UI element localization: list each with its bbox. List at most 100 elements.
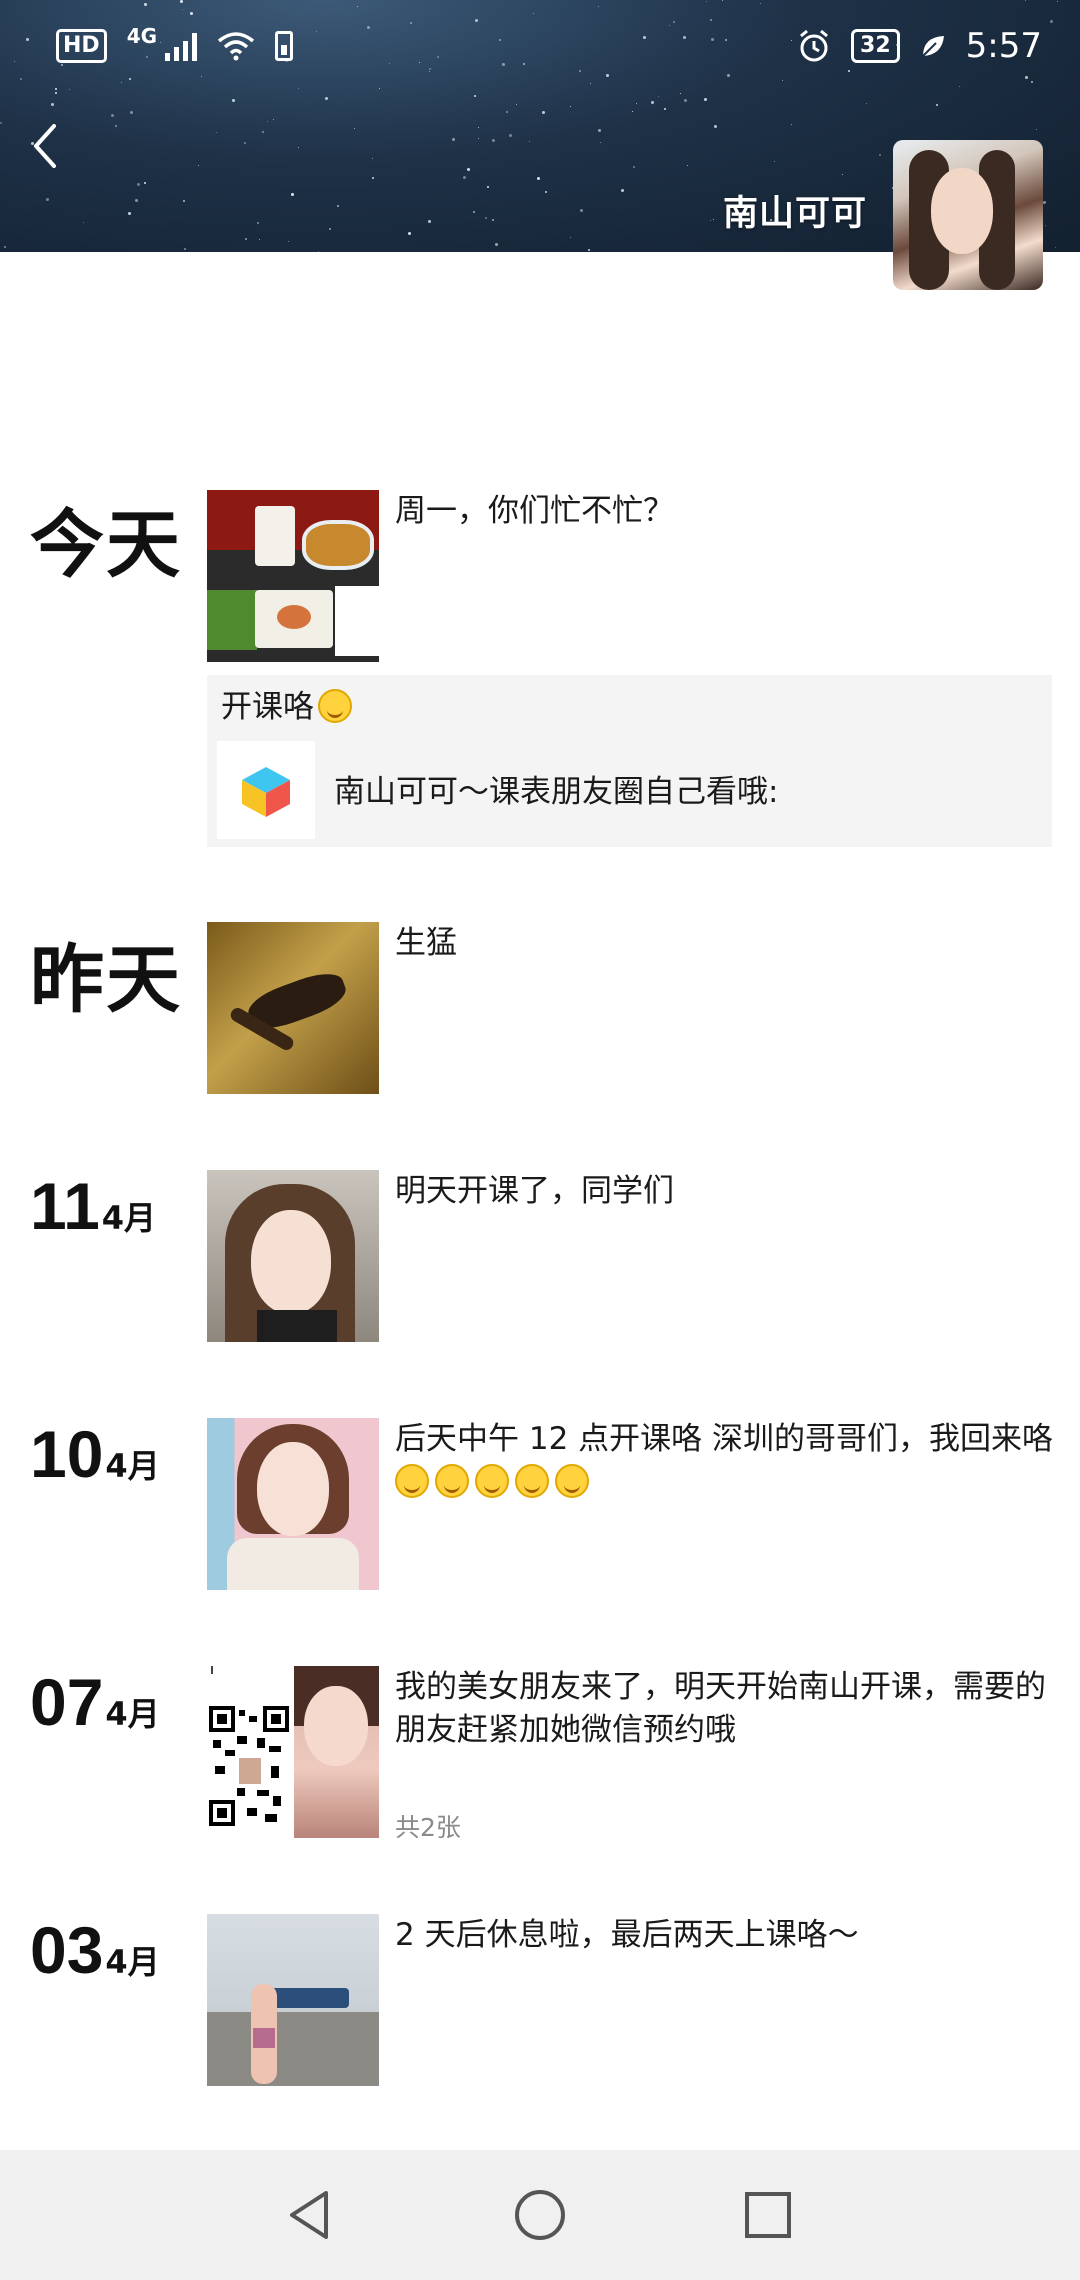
star (710, 220, 711, 221)
star (936, 104, 938, 106)
star (632, 111, 633, 112)
post-text: 后天中午 12 点开课咯 深圳的哥哥们，我回来咯 (395, 1418, 1055, 1504)
star (128, 212, 131, 215)
star (467, 168, 470, 171)
signal-icon (165, 31, 198, 61)
smile-emoji-icon (475, 1464, 509, 1498)
star (664, 108, 666, 110)
star (1036, 129, 1037, 130)
star (537, 177, 540, 180)
post-text: 生猛 (395, 925, 457, 961)
nav-back-icon[interactable] (280, 2185, 340, 2245)
star (354, 128, 355, 129)
star (372, 158, 373, 159)
star (452, 138, 455, 141)
star (509, 134, 512, 137)
star (372, 177, 374, 179)
nav-home-icon[interactable] (510, 2185, 570, 2245)
star (516, 104, 517, 105)
star (651, 101, 654, 104)
star (580, 209, 583, 212)
star (216, 132, 217, 133)
post-image-portrait-2[interactable] (207, 1418, 379, 1590)
star (245, 238, 247, 240)
star (506, 111, 508, 113)
star (130, 111, 133, 114)
star (600, 142, 601, 143)
nav-recents-icon[interactable] (738, 2185, 798, 2245)
star (774, 161, 775, 162)
star (570, 106, 571, 107)
post-image-beach[interactable] (207, 1914, 379, 2086)
smile-emoji-icon (395, 1464, 429, 1498)
star (244, 142, 246, 144)
star (485, 217, 487, 219)
post-image-portrait-3[interactable] (294, 1666, 379, 1838)
star (232, 99, 235, 102)
star (473, 211, 475, 213)
post-date: 104月 (30, 1417, 160, 1491)
wifi-icon (217, 32, 255, 61)
post-image-lobster[interactable] (207, 922, 379, 1094)
star (588, 249, 590, 251)
star (55, 92, 57, 94)
star (144, 182, 146, 184)
star (495, 243, 498, 246)
star (842, 174, 843, 175)
star (463, 176, 466, 179)
star (545, 191, 547, 193)
post-image-qrcode[interactable] (207, 1666, 292, 1838)
star (115, 125, 117, 127)
star (621, 189, 624, 192)
star (487, 186, 489, 188)
star (298, 147, 299, 148)
star (51, 103, 54, 106)
star (704, 98, 707, 101)
status-bar: HD 4G 32 5:57 (0, 0, 1080, 92)
star (291, 193, 294, 196)
share-thumb (217, 741, 315, 839)
star (879, 154, 881, 156)
star (428, 220, 431, 223)
star (791, 124, 792, 125)
qr-code-icon (209, 1666, 291, 1829)
star (183, 200, 185, 202)
share-subtitle: 南山可可～课表朋友圈自己看哦: (334, 774, 779, 810)
network-type: 4G (126, 24, 158, 48)
post-image-food[interactable] (207, 490, 379, 662)
star (1043, 201, 1046, 204)
star (318, 251, 319, 252)
back-button[interactable] (26, 118, 66, 174)
star (259, 239, 260, 240)
star (636, 103, 637, 104)
star (4, 246, 6, 248)
shared-link-card[interactable]: 开课咯 南山可可～课表朋友圈自己看哦: (207, 675, 1052, 847)
share-title: 开课咯 (221, 685, 358, 729)
star (262, 131, 264, 133)
profile-name: 南山可可 (722, 194, 867, 234)
smile-emoji-icon (435, 1464, 469, 1498)
star (713, 219, 714, 220)
alarm-icon (800, 29, 828, 62)
smile-emoji-icon (515, 1464, 549, 1498)
post-image-portrait[interactable] (207, 1170, 379, 1342)
star (687, 165, 688, 166)
star (408, 232, 411, 235)
cube-app-icon (242, 767, 290, 817)
post-date: 昨天 (30, 937, 182, 1023)
star (492, 219, 494, 221)
profile-avatar[interactable] (893, 140, 1043, 290)
star (267, 121, 268, 122)
sim-battery-icon (275, 31, 294, 61)
post-text: 周一，你们忙不忙？ (395, 493, 674, 529)
star (633, 166, 635, 168)
smile-emoji-icon (555, 1464, 589, 1498)
star (866, 103, 867, 104)
hd-icon: HD (56, 29, 107, 63)
leaf-icon (921, 36, 944, 57)
star (684, 99, 687, 102)
star (83, 222, 84, 223)
star (288, 241, 289, 242)
post-text: 2 天后休息啦，最后两天上课咯～ (395, 1917, 859, 1953)
star (658, 96, 659, 97)
